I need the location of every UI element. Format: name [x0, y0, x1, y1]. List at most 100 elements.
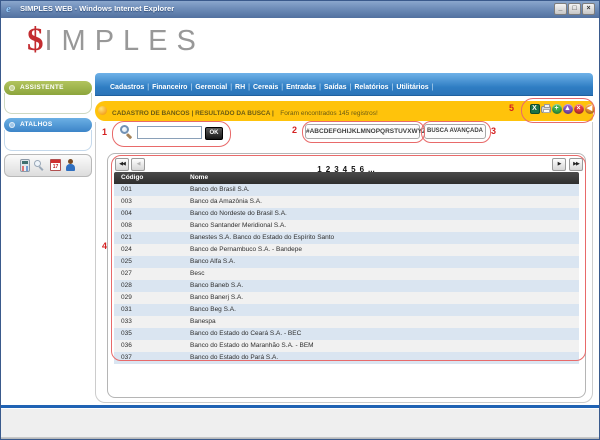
nav-separator: |: [281, 84, 283, 91]
alphabet-filter[interactable]: #ABCDEFGHIJKLMNOPQRSTUVXWYZ: [305, 124, 420, 139]
logo-dollar-icon: $: [27, 22, 44, 58]
nav-item-entradas[interactable]: Entradas: [286, 84, 316, 91]
nav-item-cadastros[interactable]: Cadastros: [110, 84, 144, 91]
cell-nome: Banco Alfa S.A.: [190, 256, 579, 268]
table-row[interactable]: 035Banco do Estado do Ceará S.A. - BEC: [114, 328, 579, 340]
cell-codigo: 004: [114, 208, 190, 220]
cell-nome: Banco do Brasil S.A.: [190, 184, 579, 196]
minimize-button[interactable]: _: [554, 3, 567, 15]
cell-nome: Banco do Estado do Pará S.A.: [190, 352, 579, 364]
column-header-codigo: Código: [114, 172, 190, 184]
breadcrumb-bar: CADASTRO DE BANCOS | RESULTADO DA BUSCA …: [95, 101, 593, 121]
atalhos-panel: [4, 130, 92, 151]
result-count-text: Foram encontrados 145 registros!: [280, 110, 378, 117]
magnifier-icon[interactable]: [34, 159, 46, 172]
nav-separator: |: [319, 84, 321, 91]
table-row[interactable]: 025Banco Alfa S.A.: [114, 256, 579, 268]
cell-codigo: 021: [114, 232, 190, 244]
assistente-panel: [4, 93, 92, 114]
sidebar-item-assistente[interactable]: ASSISTENTE: [4, 81, 92, 95]
up-icon[interactable]: ▲: [563, 104, 573, 114]
previous-page-button[interactable]: ◀: [131, 158, 145, 171]
nav-separator: |: [248, 84, 250, 91]
nav-item-utilitarios[interactable]: Utilitários: [396, 84, 428, 91]
print-icon[interactable]: [541, 106, 551, 113]
cell-nome: Banco Beg S.A.: [190, 304, 579, 316]
nav-item-cereais[interactable]: Cereais: [253, 84, 278, 91]
calculator-icon[interactable]: [20, 159, 30, 172]
nav-item-rh[interactable]: RH: [235, 84, 245, 91]
user-icon[interactable]: [65, 159, 76, 172]
cell-nome: Banco da Amazônia S.A.: [190, 196, 579, 208]
nav-separator: |: [190, 84, 192, 91]
cell-nome: Banco de Pernambuco S.A. - Bandepe: [190, 244, 579, 256]
table-row[interactable]: 008Banco Santander Meridional S.A.: [114, 220, 579, 232]
window-title: SIMPLES WEB - Windows Internet Explorer: [20, 4, 174, 13]
table-header: Código Nome: [114, 172, 579, 184]
annotation-number-2: 2: [292, 125, 297, 135]
table-row[interactable]: 036Banco do Estado do Maranhão S.A. - BE…: [114, 340, 579, 352]
nav-separator: |: [392, 84, 394, 91]
cell-codigo: 031: [114, 304, 190, 316]
cell-codigo: 029: [114, 292, 190, 304]
cell-codigo: 033: [114, 316, 190, 328]
nav-item-relatorios[interactable]: Relatórios: [354, 84, 388, 91]
cell-codigo: 037: [114, 352, 190, 364]
last-page-button[interactable]: ▶▶: [569, 158, 583, 171]
column-header-nome: Nome: [190, 172, 579, 184]
table-row[interactable]: 001Banco do Brasil S.A.: [114, 184, 579, 196]
app-logo: $IMPLES: [27, 22, 205, 59]
table-row[interactable]: 003Banco da Amazônia S.A.: [114, 196, 579, 208]
action-toolbar: X +▲×◀: [529, 104, 595, 122]
table-row[interactable]: 031Banco Beg S.A.: [114, 304, 579, 316]
app-window: e SIMPLES WEB - Windows Internet Explore…: [0, 0, 600, 440]
table-row[interactable]: 021Banestes S.A. Banco do Estado do Espí…: [114, 232, 579, 244]
table-row[interactable]: 037Banco do Estado do Pará S.A.: [114, 352, 579, 364]
excel-export-icon[interactable]: X: [530, 104, 540, 114]
nav-item-gerencial[interactable]: Gerencial: [195, 84, 227, 91]
bank-table: Código Nome 001Banco do Brasil S.A.003Ba…: [114, 172, 579, 364]
cell-codigo: 001: [114, 184, 190, 196]
close-window-button[interactable]: ×: [582, 3, 595, 15]
table-row[interactable]: 033Banespa: [114, 316, 579, 328]
calendar-icon[interactable]: 17: [50, 159, 61, 171]
table-row[interactable]: 024Banco de Pernambuco S.A. - Bandepe: [114, 244, 579, 256]
first-page-button[interactable]: ◀◀: [115, 158, 129, 171]
cell-codigo: 036: [114, 340, 190, 352]
sidebar-item-atalhos[interactable]: ATALHOS: [4, 118, 92, 132]
cell-codigo: 024: [114, 244, 190, 256]
search-ok-button[interactable]: OK: [205, 127, 223, 140]
nav-separator: |: [350, 84, 352, 91]
next-page-button[interactable]: ▶: [552, 158, 566, 171]
cell-codigo: 028: [114, 280, 190, 292]
table-row[interactable]: 029Banco Banerj S.A.: [114, 292, 579, 304]
cell-nome: Banco do Estado do Ceará S.A. - BEC: [190, 328, 579, 340]
annotation-number-3: 3: [491, 126, 496, 136]
internet-explorer-icon: e: [6, 3, 17, 15]
nav-item-saidas[interactable]: Saídas: [324, 84, 347, 91]
cell-codigo: 003: [114, 196, 190, 208]
table-row[interactable]: 004Banco do Nordeste do Brasil S.A.: [114, 208, 579, 220]
search-input[interactable]: [137, 126, 202, 139]
nav-separator: |: [230, 84, 232, 91]
back-icon[interactable]: ◀: [585, 104, 595, 114]
table-row[interactable]: 027Besc: [114, 268, 579, 280]
annotation-number-5: 5: [509, 103, 514, 113]
nav-item-financeiro[interactable]: Financeiro: [152, 84, 187, 91]
cell-nome: Banco Baneb S.A.: [190, 280, 579, 292]
nav-separator: |: [147, 84, 149, 91]
search-icon: [120, 125, 134, 140]
nav-separator: |: [432, 84, 434, 91]
cell-nome: Banestes S.A. Banco do Estado do Espírit…: [190, 232, 579, 244]
cell-codigo: 027: [114, 268, 190, 280]
restore-button[interactable]: □: [568, 3, 581, 15]
title-bar: e SIMPLES WEB - Windows Internet Explore…: [1, 1, 599, 18]
add-record-icon[interactable]: +: [552, 104, 562, 114]
close-icon[interactable]: ×: [574, 104, 584, 114]
breadcrumb: CADASTRO DE BANCOS | RESULTADO DA BUSCA …: [112, 110, 274, 117]
sidebar-icon-tray: 17: [4, 154, 92, 177]
advanced-search-button[interactable]: BUSCA AVANÇADA: [424, 124, 486, 139]
table-row[interactable]: 028Banco Baneb S.A.: [114, 280, 579, 292]
calendar-day: 17: [51, 163, 60, 171]
cell-nome: Banco Banerj S.A.: [190, 292, 579, 304]
